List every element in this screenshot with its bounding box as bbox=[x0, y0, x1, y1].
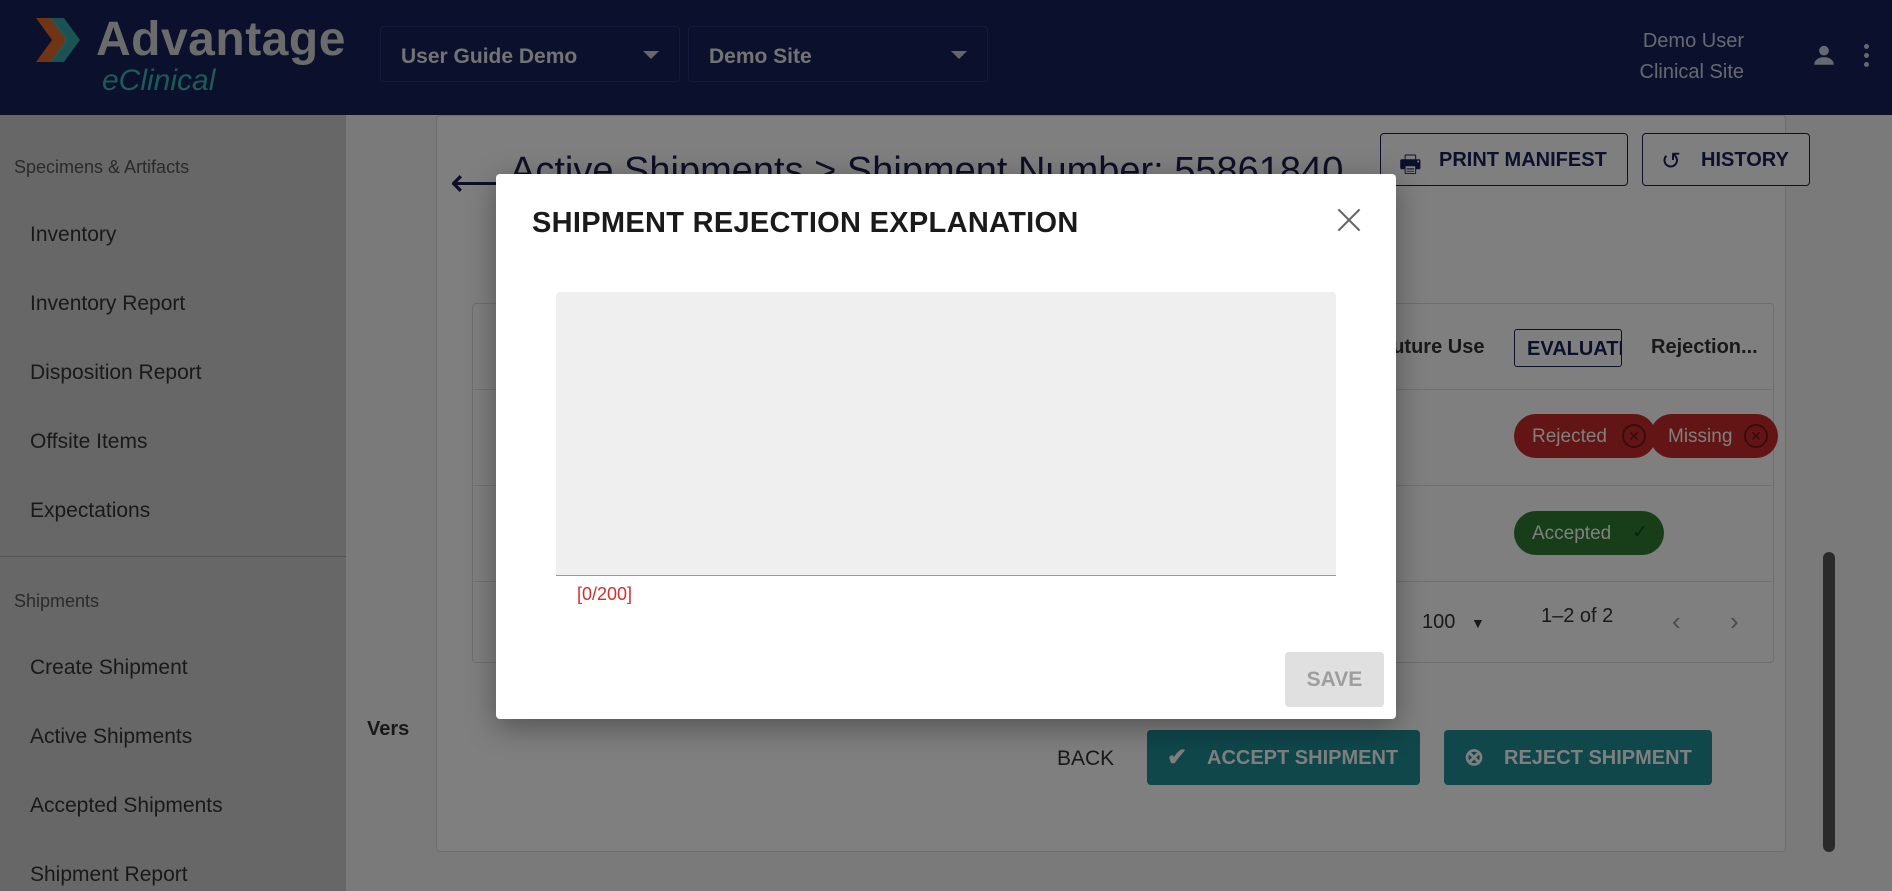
close-icon[interactable] bbox=[1333, 204, 1365, 236]
rejection-explanation-dialog: SHIPMENT REJECTION EXPLANATION [0/200] S… bbox=[496, 174, 1396, 719]
character-counter: [0/200] bbox=[577, 584, 633, 604]
save-button[interactable]: SAVE bbox=[1285, 652, 1384, 707]
rejection-explanation-textarea[interactable] bbox=[556, 292, 1336, 576]
dialog-title: SHIPMENT REJECTION EXPLANATION bbox=[532, 207, 1079, 239]
